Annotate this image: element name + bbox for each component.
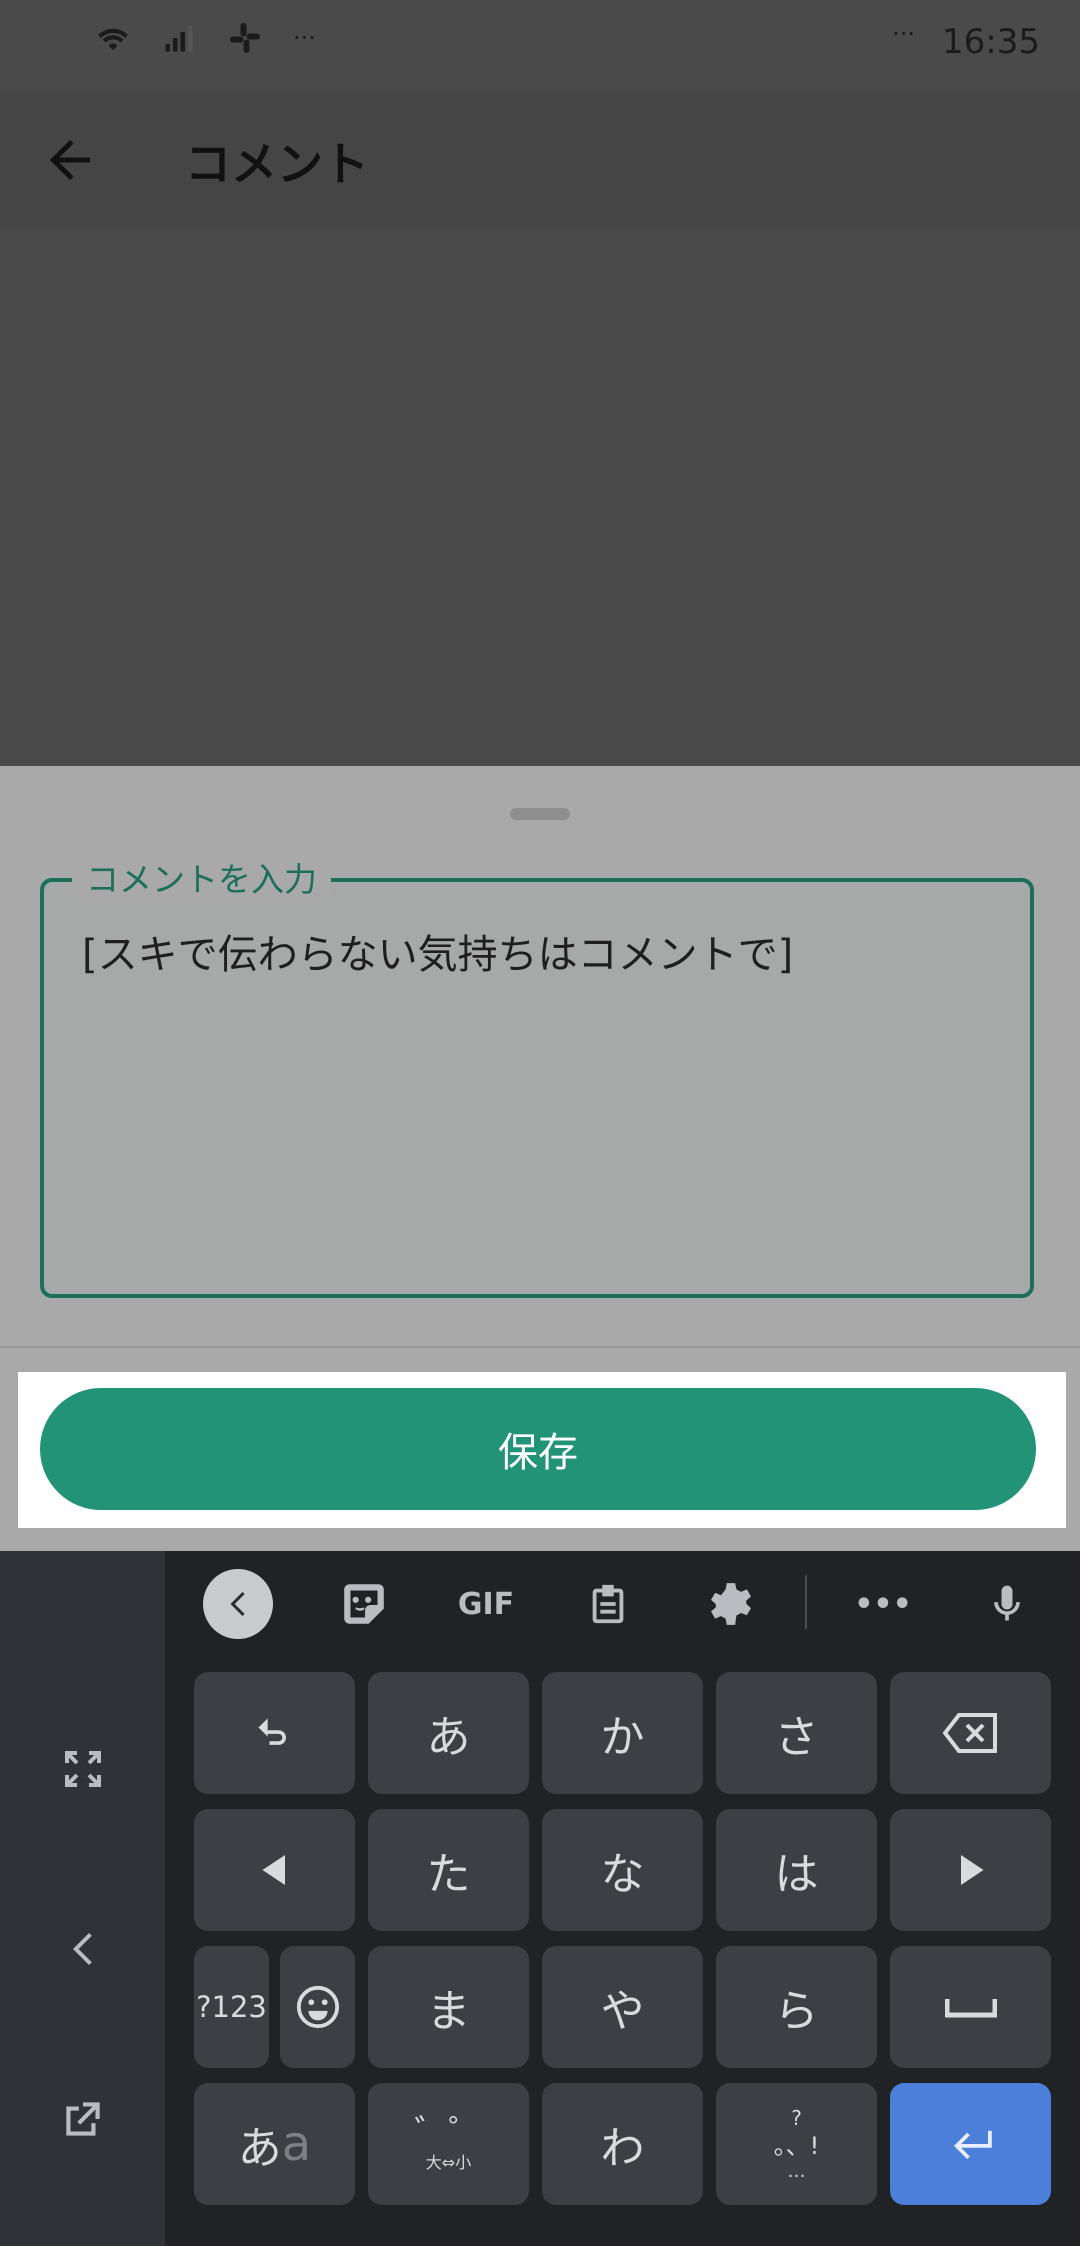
space-key[interactable] bbox=[890, 1946, 1051, 2068]
emoji-icon bbox=[296, 1985, 339, 2029]
expand-icon[interactable] bbox=[55, 1741, 111, 1797]
punct-mid: 。、! bbox=[773, 2132, 820, 2160]
app-bar: コメント bbox=[0, 90, 1080, 230]
key-na[interactable]: な bbox=[542, 1809, 703, 1931]
punct-top: ? bbox=[791, 2106, 802, 2130]
undo-icon bbox=[258, 1718, 286, 1745]
status-more: ··· bbox=[293, 24, 316, 52]
enter-icon bbox=[953, 2130, 992, 2160]
cursor-right-key[interactable] bbox=[890, 1809, 1051, 1931]
soft-keyboard: GIF ••• あ か さ た な は ?123 ま や ら あ a ゛゜ 大⇔… bbox=[0, 1551, 1080, 2246]
emoji-key[interactable] bbox=[280, 1946, 355, 2068]
cursor-left-key[interactable] bbox=[194, 1809, 355, 1931]
key-sa[interactable]: さ bbox=[716, 1672, 877, 1794]
comment-input-field[interactable]: コメントを入力 [スキで伝わらない気持ちはコメントで] bbox=[40, 860, 1034, 1298]
dakuten-top: ゛゜ bbox=[414, 2113, 483, 2153]
key-ta[interactable]: た bbox=[368, 1809, 529, 1931]
status-icons: ··· bbox=[95, 20, 316, 56]
undo-key[interactable] bbox=[194, 1672, 355, 1794]
sheet-drag-handle[interactable] bbox=[510, 808, 570, 820]
key-a[interactable]: あ bbox=[368, 1672, 529, 1794]
floating-keyboard-icon[interactable] bbox=[55, 2091, 111, 2147]
key-ka[interactable]: か bbox=[542, 1672, 703, 1794]
key-ma[interactable]: ま bbox=[368, 1946, 529, 2068]
collapse-toolbar-icon[interactable] bbox=[203, 1569, 273, 1639]
key-ya[interactable]: や bbox=[542, 1946, 703, 2068]
kana-mode-main: あ bbox=[237, 2123, 282, 2174]
sticker-icon[interactable] bbox=[329, 1569, 399, 1639]
signal-icon bbox=[165, 26, 193, 52]
comment-bottom-sheet: コメントを入力 [スキで伝わらない気持ちはコメントで] 保存 bbox=[0, 766, 1080, 1551]
enter-key[interactable] bbox=[890, 2083, 1051, 2205]
gif-button[interactable]: GIF bbox=[451, 1569, 521, 1639]
keyboard-toolbar: GIF ••• bbox=[165, 1551, 1080, 1651]
kana-mode-sub: a bbox=[281, 2116, 312, 2172]
sheet-divider bbox=[0, 1346, 1080, 1348]
backspace-icon bbox=[942, 1713, 997, 1753]
dakuten-key[interactable]: ゛゜ 大⇔小 bbox=[368, 2083, 529, 2205]
number-mode-key[interactable]: ?123 bbox=[194, 1946, 269, 2068]
key-wa[interactable]: わ bbox=[542, 2083, 703, 2205]
status-dots: ··· bbox=[892, 20, 915, 48]
more-options-icon[interactable]: ••• bbox=[848, 1569, 918, 1639]
chevron-left-icon[interactable] bbox=[55, 1921, 111, 1977]
dakuten-bottom: 大⇔小 bbox=[425, 2153, 472, 2172]
back-arrow-icon[interactable] bbox=[40, 130, 100, 190]
key-ra[interactable]: ら bbox=[716, 1946, 877, 2068]
keyboard-side-panel bbox=[0, 1551, 165, 2246]
toolbar-separator bbox=[805, 1575, 807, 1629]
microphone-icon[interactable] bbox=[972, 1569, 1042, 1639]
comment-input-text[interactable]: [スキで伝わらない気持ちはコメントで] bbox=[82, 922, 793, 980]
clipboard-icon[interactable] bbox=[573, 1569, 643, 1639]
comment-field-label: コメントを入力 bbox=[72, 860, 331, 900]
backspace-key[interactable] bbox=[890, 1672, 1051, 1794]
key-ha[interactable]: は bbox=[716, 1809, 877, 1931]
wifi-icon bbox=[98, 28, 128, 50]
dimmed-content bbox=[0, 230, 1080, 766]
save-button[interactable]: 保存 bbox=[40, 1388, 1036, 1510]
save-button-container: 保存 bbox=[18, 1372, 1066, 1528]
kana-mode-key[interactable]: あa bbox=[194, 2083, 355, 2205]
settings-gear-icon[interactable] bbox=[696, 1569, 766, 1639]
punct-bottom: … bbox=[787, 2161, 806, 2182]
punctuation-key[interactable]: ? 。、! … bbox=[716, 2083, 877, 2205]
space-icon bbox=[944, 1999, 997, 2018]
status-bar: ··· ··· 16:35 bbox=[0, 0, 1080, 90]
triangle-left-icon bbox=[262, 1855, 285, 1885]
slack-icon bbox=[230, 23, 260, 53]
triangle-right-icon bbox=[960, 1855, 983, 1885]
status-time: 16:35 bbox=[942, 22, 1040, 62]
page-title: コメント bbox=[185, 137, 369, 191]
